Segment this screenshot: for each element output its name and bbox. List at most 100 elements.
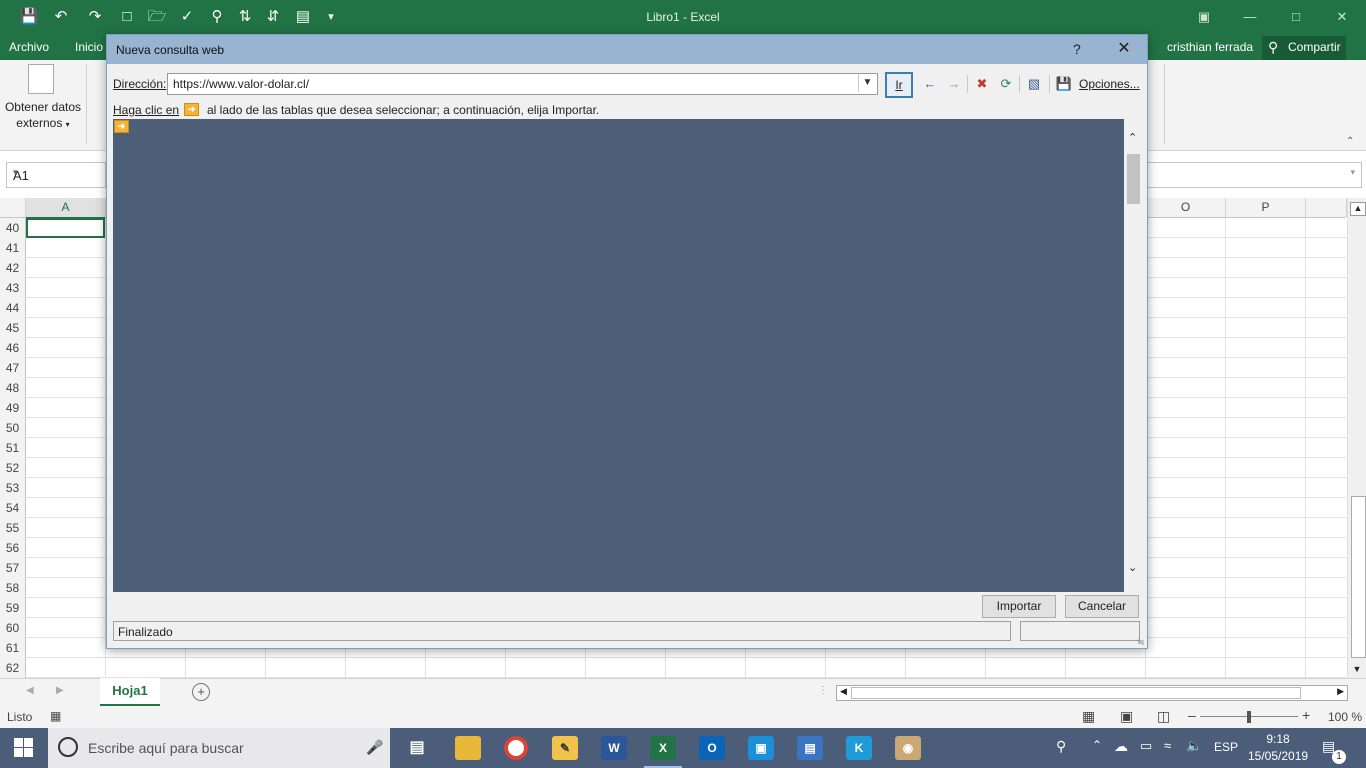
row-header[interactable]: 48 xyxy=(0,378,26,399)
tab-file[interactable]: Archivo xyxy=(9,40,49,54)
refresh-icon[interactable]: ⟳ xyxy=(997,75,1015,93)
row-header[interactable]: 55 xyxy=(0,518,26,539)
taskbar-search-box[interactable]: Escribe aquí para buscar 🎤 xyxy=(48,728,390,768)
excel-icon[interactable]: X xyxy=(650,736,676,760)
column-header-o[interactable]: O xyxy=(1146,198,1226,217)
forward-icon[interactable]: → xyxy=(945,75,963,93)
sheet-tab-hoja1[interactable]: Hoja1 xyxy=(100,678,160,707)
row-header[interactable]: 49 xyxy=(0,398,26,419)
maximize-icon[interactable]: □ xyxy=(1276,6,1316,28)
web-preview-pane[interactable] xyxy=(113,119,1124,592)
get-external-data-button[interactable]: Obtener datos externos ▾ xyxy=(3,99,83,133)
scroll-up-icon[interactable]: ▲ xyxy=(1350,202,1366,216)
chrome-icon[interactable] xyxy=(504,736,528,760)
row-header[interactable]: 59 xyxy=(0,598,26,619)
zoom-out-icon[interactable]: – xyxy=(1188,707,1196,723)
tab-split-handle-icon[interactable]: ⋮ xyxy=(818,685,828,696)
stop-icon[interactable]: ✖ xyxy=(973,75,991,93)
page-break-icon[interactable]: ◫ xyxy=(1157,708,1170,725)
row-header[interactable]: 53 xyxy=(0,478,26,499)
remote-desktop-icon[interactable]: ▣ xyxy=(748,736,774,760)
import-button[interactable]: Importar xyxy=(982,595,1056,618)
row-header[interactable]: 44 xyxy=(0,298,26,319)
volume-icon[interactable]: 🔈 xyxy=(1186,738,1202,754)
row-header[interactable]: 50 xyxy=(0,418,26,439)
page-layout-icon[interactable]: ▣ xyxy=(1120,708,1133,725)
hide-icons-icon[interactable]: ▧ xyxy=(1025,75,1043,93)
task-view-icon[interactable]: ▤ xyxy=(404,736,430,760)
active-cell[interactable] xyxy=(26,218,105,238)
wifi-icon[interactable]: ≈ xyxy=(1164,738,1171,753)
outlook-icon[interactable]: O xyxy=(699,736,725,760)
scroll-down-icon[interactable]: ⌄ xyxy=(1128,561,1137,574)
row-header[interactable]: 42 xyxy=(0,258,26,279)
prev-sheet-icon[interactable]: ◀ xyxy=(26,685,34,696)
chevron-down-icon[interactable]: ▾ xyxy=(13,167,101,178)
scroll-left-icon[interactable]: ◀ xyxy=(840,686,847,697)
row-header[interactable]: 46 xyxy=(0,338,26,359)
add-sheet-icon[interactable]: + xyxy=(192,683,210,701)
scroll-right-icon[interactable]: ▶ xyxy=(1337,686,1344,697)
address-dropdown-icon[interactable]: ▼ xyxy=(858,74,876,92)
scroll-thumb[interactable] xyxy=(1351,496,1366,658)
cancel-button[interactable]: Cancelar xyxy=(1065,595,1139,618)
macro-record-icon[interactable]: ▦ xyxy=(50,709,61,723)
ribbon-display-icon[interactable]: ▣ xyxy=(1184,6,1224,28)
external-data-icon[interactable] xyxy=(28,64,54,94)
preview-scrollbar[interactable]: ⌃ ⌄ xyxy=(1125,119,1142,592)
row-header[interactable]: 62 xyxy=(0,658,26,679)
row-header[interactable]: 40 xyxy=(0,218,26,239)
row-header[interactable]: 43 xyxy=(0,278,26,299)
name-box[interactable]: A1 ▾ xyxy=(6,162,106,188)
chevron-up-icon[interactable]: ⌃ xyxy=(1092,738,1102,752)
row-header[interactable]: 54 xyxy=(0,498,26,519)
row-header[interactable]: 41 xyxy=(0,238,26,259)
address-field[interactable]: https://www.valor-dolar.cl/ xyxy=(167,73,878,95)
kodi-icon[interactable]: K xyxy=(846,736,872,760)
pencil-app-icon[interactable]: ✎ xyxy=(552,736,578,760)
people-icon[interactable]: ⚲ xyxy=(1056,738,1066,755)
user-name[interactable]: cristhian ferrada xyxy=(1167,40,1253,54)
minimize-icon[interactable]: — xyxy=(1230,6,1270,28)
window-close-icon[interactable]: ✕ xyxy=(1322,6,1362,28)
onedrive-icon[interactable]: ☁ xyxy=(1114,738,1128,755)
horizontal-scrollbar[interactable]: ◀ ▶ xyxy=(836,685,1348,701)
back-icon[interactable]: ← xyxy=(921,75,939,93)
row-header[interactable]: 45 xyxy=(0,318,26,339)
windows-start-icon[interactable] xyxy=(14,738,34,758)
expand-formula-icon[interactable]: ▾ xyxy=(1350,167,1355,178)
vertical-scrollbar[interactable]: ▲ ▼ xyxy=(1347,198,1366,678)
column-header-p[interactable]: P xyxy=(1226,198,1306,217)
row-header[interactable]: 60 xyxy=(0,618,26,639)
clock[interactable]: 9:18 15/05/2019 xyxy=(1248,731,1308,765)
go-button[interactable]: Ir xyxy=(885,72,913,98)
network-app-icon[interactable]: ▤ xyxy=(797,736,823,760)
zoom-level[interactable]: 100 % xyxy=(1328,710,1362,724)
scroll-up-icon[interactable]: ⌃ xyxy=(1128,131,1137,144)
zoom-slider-thumb[interactable] xyxy=(1247,711,1251,723)
tab-home[interactable]: Inicio xyxy=(75,40,103,54)
paint-icon[interactable]: ◉ xyxy=(895,736,921,760)
dialog-close-button[interactable]: ✕ xyxy=(1113,38,1135,60)
next-sheet-icon[interactable]: ▶ xyxy=(56,685,64,696)
options-button[interactable]: Opciones... xyxy=(1079,77,1140,91)
select-all-corner[interactable] xyxy=(0,198,26,217)
column-header-a[interactable]: A xyxy=(26,198,106,219)
row-header[interactable]: 51 xyxy=(0,438,26,459)
normal-view-icon[interactable]: ▦ xyxy=(1082,708,1095,725)
preview-scroll-thumb[interactable] xyxy=(1127,154,1140,204)
input-language[interactable]: ESP xyxy=(1214,740,1238,754)
row-header[interactable]: 47 xyxy=(0,358,26,379)
dialog-title-bar[interactable]: Nueva consulta web ? ✕ xyxy=(107,35,1147,64)
save-query-icon[interactable]: 💾 xyxy=(1055,75,1073,93)
row-header[interactable]: 56 xyxy=(0,538,26,559)
formula-input[interactable]: ▾ xyxy=(1146,162,1362,188)
horizontal-scroll-thumb[interactable] xyxy=(851,687,1301,699)
zoom-in-icon[interactable]: + xyxy=(1302,707,1310,723)
file-explorer-icon[interactable] xyxy=(455,736,481,760)
row-header[interactable]: 57 xyxy=(0,558,26,579)
word-icon[interactable]: W xyxy=(601,736,627,760)
row-header[interactable]: 61 xyxy=(0,638,26,659)
help-button[interactable]: ? xyxy=(1073,41,1081,57)
scroll-down-icon[interactable]: ▼ xyxy=(1350,664,1364,674)
